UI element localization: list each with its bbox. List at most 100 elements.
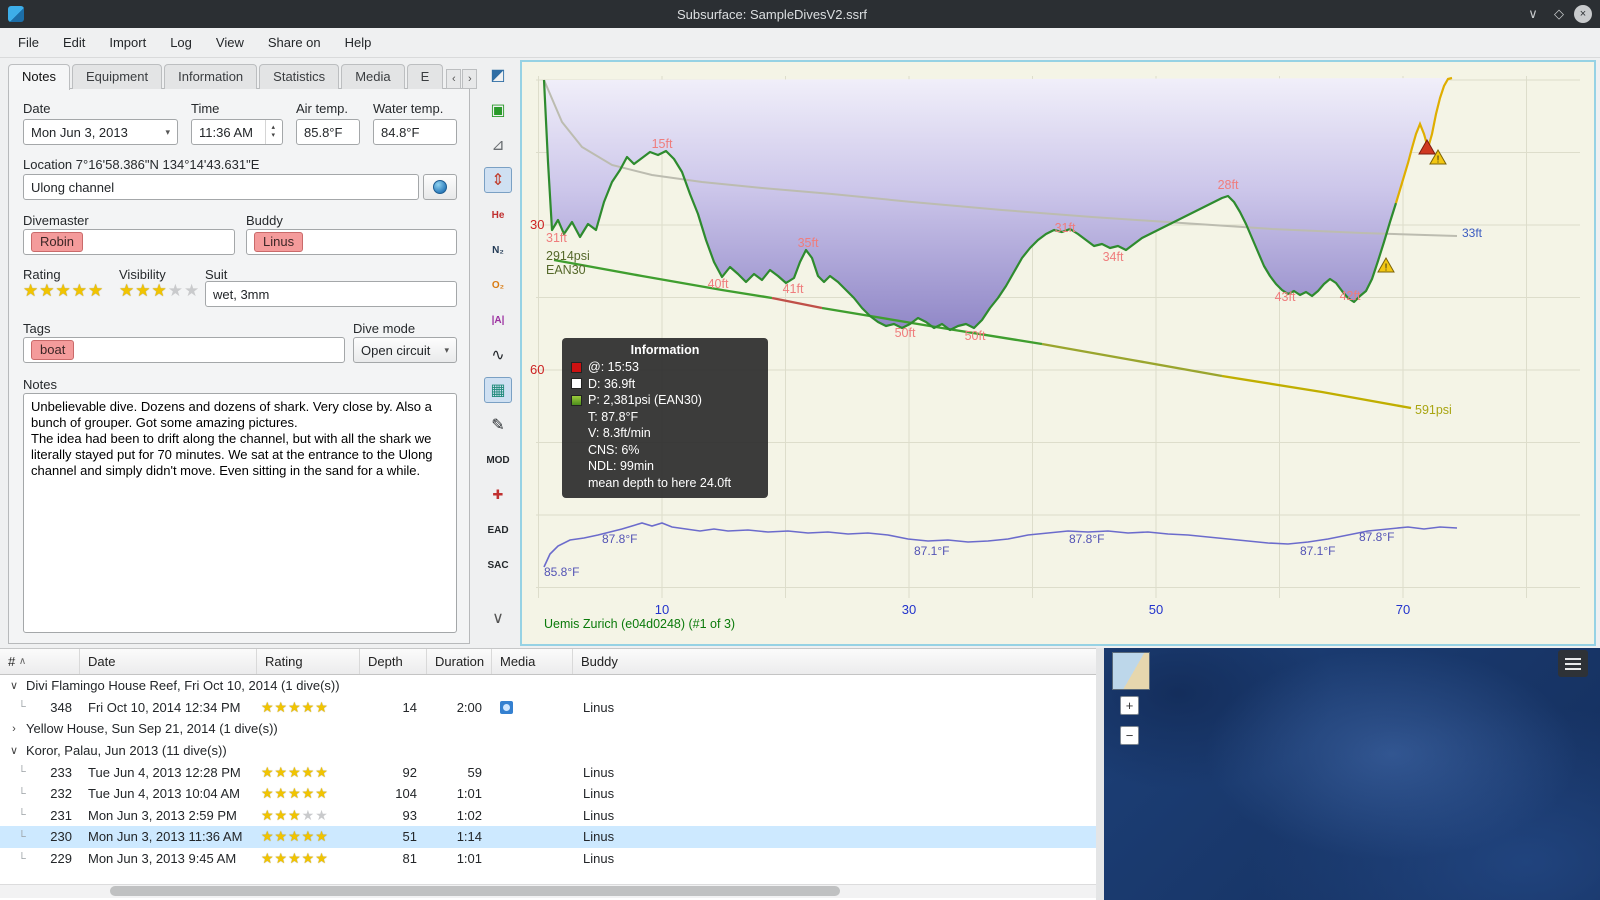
temp-label: 87.8°F bbox=[1069, 532, 1104, 546]
maximize-icon[interactable]: ◇ bbox=[1546, 6, 1572, 22]
collapse-toolbar-icon[interactable]: ∨ bbox=[484, 605, 512, 631]
rating-stars[interactable]: ★★★★★ bbox=[23, 281, 104, 301]
menu-log[interactable]: Log bbox=[158, 28, 204, 58]
col-date[interactable]: Date bbox=[80, 649, 257, 674]
media-photos-icon[interactable] bbox=[500, 700, 513, 714]
suit-input[interactable]: wet, 3mm bbox=[205, 281, 457, 307]
dive-list: # ∧ Date Rating Depth Duration Media Bud… bbox=[0, 648, 1096, 900]
scrollbar-thumb[interactable] bbox=[110, 886, 840, 896]
zoom-out-button[interactable]: − bbox=[1120, 726, 1139, 745]
notes-textarea[interactable]: Unbelievable dive. Dozens and dozens of … bbox=[23, 393, 457, 633]
buddy-input[interactable]: Linus bbox=[246, 229, 457, 255]
water-temp-field[interactable]: 84.8°F bbox=[373, 119, 457, 145]
water-temp-label: Water temp. bbox=[373, 101, 444, 116]
tank-bar-icon[interactable]: |A| bbox=[484, 307, 512, 333]
trip-row[interactable]: › Yellow House, Sun Sep 21, 2014 (1 dive… bbox=[0, 718, 1096, 740]
expander-icon[interactable]: ∨ bbox=[8, 744, 20, 757]
time-field[interactable]: 11:36 AM ▴ ▾ bbox=[191, 119, 283, 145]
tab-equipment[interactable]: Equipment bbox=[71, 64, 163, 89]
dive-row-selected[interactable]: └ 230 Mon Jun 3, 2013 11:36 AM ★★★★★ 51 1… bbox=[0, 826, 1096, 848]
svg-text:!: ! bbox=[1437, 155, 1440, 166]
expander-icon[interactable]: › bbox=[8, 723, 20, 735]
location-label: Location 7°16'58.386"N 134°14'43.631"E bbox=[23, 157, 260, 172]
divemaster-input[interactable]: Robin bbox=[23, 229, 235, 255]
col-buddy[interactable]: Buddy bbox=[573, 649, 1096, 674]
calculated-ceiling-icon[interactable]: ▦ bbox=[484, 377, 512, 403]
col-depth[interactable]: Depth bbox=[360, 649, 427, 674]
show-photos-icon[interactable]: ▣ bbox=[484, 97, 512, 123]
menu-edit[interactable]: Edit bbox=[51, 28, 97, 58]
menu-help[interactable]: Help bbox=[333, 28, 384, 58]
sac-marker-icon[interactable]: ✚ bbox=[484, 482, 512, 508]
tab-scroll-right-icon[interactable]: › bbox=[462, 69, 478, 89]
temp-label: 87.1°F bbox=[914, 544, 949, 558]
ead-icon[interactable]: EAD bbox=[484, 517, 512, 543]
dive-profile-panel[interactable]: ! ! 30 60 10 30 50 70 31ft 15ft 40ft 41f… bbox=[520, 60, 1596, 646]
dive-row[interactable]: └ 233 Tue Jun 4, 2013 12:28 PM ★★★★★ 92 5… bbox=[0, 761, 1096, 783]
dive-row[interactable]: └ 229 Mon Jun 3, 2013 9:45 AM ★★★★★ 81 1:… bbox=[0, 848, 1096, 870]
tab-extra[interactable]: E bbox=[406, 64, 444, 89]
map-panel[interactable]: + − bbox=[1104, 648, 1600, 900]
col-media[interactable]: Media bbox=[492, 649, 573, 674]
dive-row[interactable]: └ 231 Mon Jun 3, 2013 2:59 PM ★★★ ★★ 93 1:… bbox=[0, 805, 1096, 827]
spin-down-icon[interactable]: ▾ bbox=[271, 132, 275, 140]
expander-icon[interactable]: ∨ bbox=[8, 679, 20, 692]
location-input[interactable]: Ulong channel bbox=[23, 174, 419, 200]
tab-media[interactable]: Media bbox=[341, 64, 405, 89]
depth-label: 31ft bbox=[1055, 221, 1076, 235]
mod-icon[interactable]: MOD bbox=[484, 447, 512, 473]
pp-helium-icon[interactable]: He bbox=[484, 202, 512, 228]
dive-mode-select[interactable]: Open circuit ▾ bbox=[353, 337, 457, 363]
col-rating[interactable]: Rating bbox=[257, 649, 360, 674]
depth-label: 35ft bbox=[798, 236, 819, 250]
dive-row[interactable]: └ 348 Fri Oct 10, 2014 12:34 PM ★★★★★ 14 … bbox=[0, 697, 1096, 719]
tab-information[interactable]: Information bbox=[164, 64, 258, 89]
trip-row[interactable]: ∨ Divi Flamingo House Reef, Fri Oct 10, … bbox=[0, 675, 1096, 697]
map-overview-thumbnail[interactable] bbox=[1112, 652, 1150, 690]
notes-label: Notes bbox=[23, 377, 57, 392]
map-menu-button[interactable] bbox=[1558, 650, 1588, 677]
heart-rate-icon[interactable]: ∿ bbox=[484, 342, 512, 368]
menu-view[interactable]: View bbox=[204, 28, 256, 58]
warning-icon: ! bbox=[1377, 256, 1395, 274]
menu-file[interactable]: File bbox=[6, 28, 51, 58]
info-title: Information bbox=[630, 343, 700, 357]
dive-row[interactable]: └ 232 Tue Jun 4, 2013 10:04 AM ★★★★★ 104 … bbox=[0, 783, 1096, 805]
col-number[interactable]: # ∧ bbox=[0, 649, 80, 674]
map-location-button[interactable] bbox=[423, 174, 457, 200]
spin-up-icon[interactable]: ▴ bbox=[271, 124, 275, 132]
close-icon[interactable]: × bbox=[1574, 5, 1592, 23]
zoom-in-button[interactable]: + bbox=[1120, 696, 1139, 715]
tab-scroll-left-icon[interactable]: ‹ bbox=[446, 69, 462, 89]
depth-label: 42ft bbox=[1340, 289, 1361, 303]
sac-icon[interactable]: SAC bbox=[484, 552, 512, 578]
pp-nitrogen-icon[interactable]: N₂ bbox=[484, 237, 512, 263]
ruler-icon[interactable]: ⊿ bbox=[484, 132, 512, 158]
tank-pressure-line bbox=[1041, 342, 1223, 378]
tab-notes[interactable]: Notes bbox=[8, 64, 70, 90]
buddy-chip[interactable]: Linus bbox=[254, 232, 304, 252]
time-swatch bbox=[571, 361, 582, 373]
menu-share-on[interactable]: Share on bbox=[256, 28, 333, 58]
y-tick: 60 bbox=[530, 362, 544, 377]
visibility-stars[interactable]: ★★★★★ bbox=[119, 281, 200, 301]
trip-row[interactable]: ∨ Koror, Palau, Jun 2013 (11 dive(s)) bbox=[0, 740, 1096, 762]
date-select[interactable]: Mon Jun 3, 2013 ▾ bbox=[23, 119, 178, 145]
splitter[interactable] bbox=[1096, 648, 1104, 900]
minimize-icon[interactable]: ∨ bbox=[1520, 6, 1546, 22]
tab-statistics[interactable]: Statistics bbox=[259, 64, 340, 89]
edit-marker-icon[interactable]: ✎ bbox=[484, 412, 512, 438]
depth-label: 40ft bbox=[708, 277, 729, 291]
menu-import[interactable]: Import bbox=[97, 28, 158, 58]
dive-computer-icon[interactable]: ◩ bbox=[484, 62, 512, 88]
air-temp-field[interactable]: 85.8°F bbox=[296, 119, 360, 145]
time-spinner[interactable]: ▴ ▾ bbox=[265, 120, 275, 144]
visibility-label: Visibility bbox=[119, 267, 166, 282]
tag-chip[interactable]: boat bbox=[31, 340, 75, 360]
tags-input[interactable]: boat bbox=[23, 337, 345, 363]
scale-graph-icon[interactable]: ⇕ bbox=[484, 167, 512, 193]
col-duration[interactable]: Duration bbox=[427, 649, 492, 674]
divemaster-chip[interactable]: Robin bbox=[31, 232, 83, 252]
pp-oxygen-icon[interactable]: O₂ bbox=[484, 272, 512, 298]
profile-toolbar: ◩ ▣ ⊿ ⇕ He N₂ O₂ |A| ∿ ▦ ✎ MOD ✚ EAD SAC… bbox=[478, 62, 518, 631]
